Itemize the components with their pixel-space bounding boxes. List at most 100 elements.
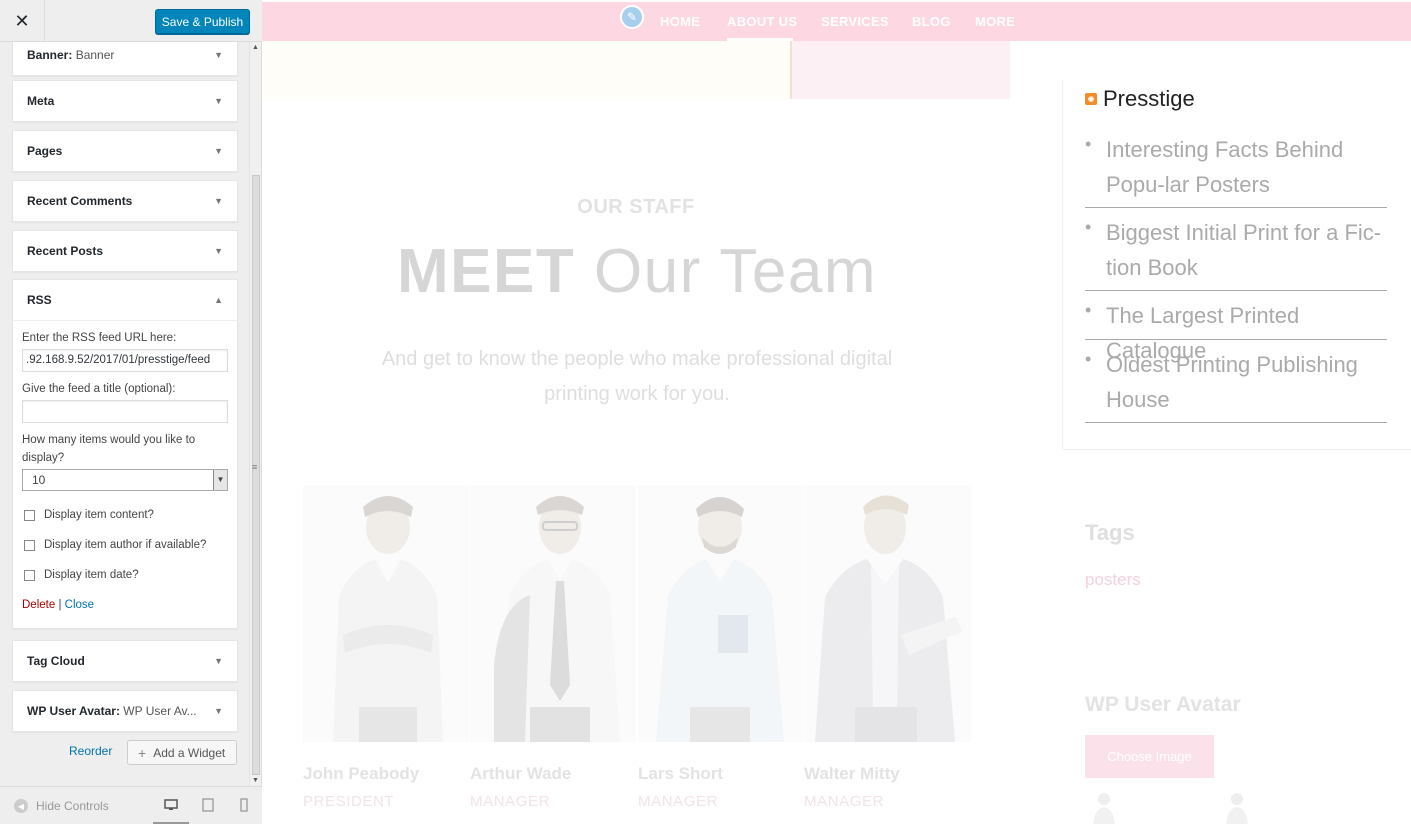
widget-title: Tag Cloud: [27, 654, 85, 668]
widget-banner[interactable]: Banner: Banner ▼: [12, 42, 238, 76]
delete-link[interactable]: Delete: [22, 599, 55, 611]
scroll-down-icon[interactable]: ▼: [252, 777, 259, 784]
close-icon[interactable]: ✕: [0, 0, 45, 42]
team-member-role: MANAGER: [470, 793, 551, 810]
widget-wp-user-avatar[interactable]: WP User Avatar: WP User Av... ▼: [12, 690, 238, 732]
avatar-thumbnail: [1093, 793, 1115, 824]
widget-title: Recent Posts: [27, 244, 104, 258]
section-title: MEET Our Team: [262, 236, 1012, 307]
nav-about-us[interactable]: ABOUT US: [727, 14, 797, 29]
rss-feed-icon[interactable]: ◉: [1085, 93, 1097, 105]
chevron-down-icon[interactable]: ▼: [214, 50, 223, 60]
rss-feed-item[interactable]: • Oldest Printing Publishing House: [1085, 347, 1387, 423]
chevron-down-icon[interactable]: ▼: [214, 246, 223, 256]
scroll-up-icon[interactable]: ▲: [252, 44, 259, 51]
show-date-checkbox[interactable]: [24, 569, 35, 581]
person-illustration: [815, 495, 963, 742]
rss-widget-title-text: Presstige: [1103, 86, 1195, 111]
bullet-icon: •: [1085, 300, 1092, 320]
bullet-icon: •: [1085, 134, 1092, 154]
chevron-down-icon[interactable]: ▼: [214, 706, 223, 716]
chevron-down-icon[interactable]: ▼: [214, 96, 223, 106]
widget-subtitle: Banner: [75, 48, 115, 62]
avatar-thumbnail: [1226, 793, 1248, 824]
rss-items-select[interactable]: 10 ▼: [22, 469, 228, 491]
chevron-down-icon[interactable]: ▼: [214, 196, 223, 206]
show-author-label: Display item author if available?: [44, 539, 207, 551]
desktop-preview-icon[interactable]: [163, 797, 179, 813]
chevron-up-icon[interactable]: ▲: [214, 295, 223, 305]
add-widget-label: Add a Widget: [153, 745, 226, 760]
hero-image-divider: [790, 41, 792, 99]
reorder-link[interactable]: Reorder: [69, 744, 112, 758]
widget-meta[interactable]: Meta ▼: [12, 80, 238, 122]
rss-title-input[interactable]: [22, 400, 228, 423]
rss-title-label: Give the feed a title (optional):: [22, 383, 176, 395]
show-author-option[interactable]: Display item author if available?: [22, 530, 228, 560]
widget-title: Recent Comments: [27, 194, 133, 208]
hero-image-accent: [790, 41, 1010, 99]
rss-feed-item[interactable]: • Interesting Facts Behind Popu-lar Post…: [1085, 132, 1387, 208]
rss-widget-form: Enter the RSS feed URL here: .92.168.9.5…: [13, 320, 237, 623]
nav-more[interactable]: MORE: [975, 14, 1015, 29]
wp-user-avatar-title: WP User Avatar: [1085, 693, 1241, 716]
site-preview: ✎ HOME ABOUT US SERVICES BLOG MORE OUR S…: [262, 0, 1411, 824]
rss-items-value: 10: [32, 473, 46, 487]
customizer-sidebar: ✕ Save & Publish Banner: Banner ▼ Meta ▼ …: [0, 0, 262, 824]
show-content-option[interactable]: Display item content?: [22, 500, 228, 530]
rss-feed-item[interactable]: • Biggest Initial Print for a Fic-tion B…: [1085, 215, 1387, 291]
dropdown-arrow-icon[interactable]: ▼: [213, 470, 227, 490]
link-separator: |: [58, 599, 62, 611]
widget-subtitle: WP User Av...: [123, 704, 197, 718]
scrollbar-thumb[interactable]: [252, 175, 260, 775]
rss-feed-item[interactable]: • The Largest Printed Catalogue: [1085, 298, 1387, 363]
widget-title: WP User Avatar: [27, 704, 116, 718]
widget-actions: Delete | Close: [22, 593, 228, 623]
team-photo: [638, 485, 804, 742]
nav-services[interactable]: SERVICES: [821, 14, 889, 29]
nav-home[interactable]: HOME: [660, 14, 700, 29]
team-photo: [303, 485, 469, 742]
person-illustration: [494, 496, 620, 742]
team-member-role: PRESIDENT: [303, 793, 395, 810]
tag-link[interactable]: posters: [1085, 570, 1141, 590]
widget-recent-comments[interactable]: Recent Comments ▼: [12, 180, 238, 222]
choose-image-button[interactable]: Choose Image: [1085, 735, 1214, 778]
section-title-rest: Our Team: [575, 237, 878, 306]
show-content-label: Display item content?: [44, 509, 154, 521]
widget-title: RSS: [27, 293, 52, 307]
tablet-preview-icon[interactable]: [200, 797, 216, 813]
widget-recent-posts[interactable]: Recent Posts ▼: [12, 230, 238, 272]
rss-items-label: How many items would you like to display…: [22, 434, 196, 464]
widget-rss[interactable]: RSS ▲ Enter the RSS feed URL here: .92.16…: [12, 279, 238, 629]
close-link[interactable]: Close: [65, 599, 94, 611]
team-member-role: MANAGER: [638, 793, 719, 810]
show-content-checkbox[interactable]: [24, 509, 35, 521]
customizer-footer: ◀ Hide Controls: [0, 786, 262, 824]
team-member-name: Lars Short: [638, 764, 724, 783]
edit-pencil-icon[interactable]: ✎: [620, 5, 644, 29]
chevron-down-icon[interactable]: ▼: [214, 656, 223, 666]
rss-url-input[interactable]: .92.168.9.52/2017/01/presstige/feed: [22, 349, 228, 372]
tags-widget-title: Tags: [1085, 520, 1135, 545]
hide-controls-button[interactable]: ◀ Hide Controls: [14, 799, 109, 813]
person-illustration: [656, 497, 784, 742]
sidebar-scrollbar[interactable]: ▲ ≡ ▼: [249, 42, 261, 786]
show-date-label: Display item date?: [44, 569, 139, 581]
widget-tag-cloud[interactable]: Tag Cloud ▼: [12, 640, 238, 682]
save-publish-button[interactable]: Save & Publish: [155, 9, 250, 34]
chevron-down-icon[interactable]: ▼: [214, 146, 223, 156]
widget-title: Banner: [27, 48, 69, 62]
section-eyebrow: OUR STAFF: [577, 196, 695, 218]
nav-blog[interactable]: BLOG: [912, 14, 951, 29]
rss-widget-title[interactable]: ◉ Presstige: [1085, 86, 1195, 112]
show-date-option[interactable]: Display item date?: [22, 560, 228, 590]
widget-pages[interactable]: Pages ▼: [12, 130, 238, 172]
mobile-preview-icon[interactable]: [236, 797, 252, 813]
show-author-checkbox[interactable]: [24, 539, 35, 551]
grip-icon[interactable]: ≡: [252, 462, 257, 472]
bullet-icon: •: [1085, 349, 1092, 369]
person-illustration: [333, 496, 443, 742]
collapse-icon: ◀: [14, 799, 28, 813]
add-widget-button[interactable]: + Add a Widget: [127, 740, 237, 765]
